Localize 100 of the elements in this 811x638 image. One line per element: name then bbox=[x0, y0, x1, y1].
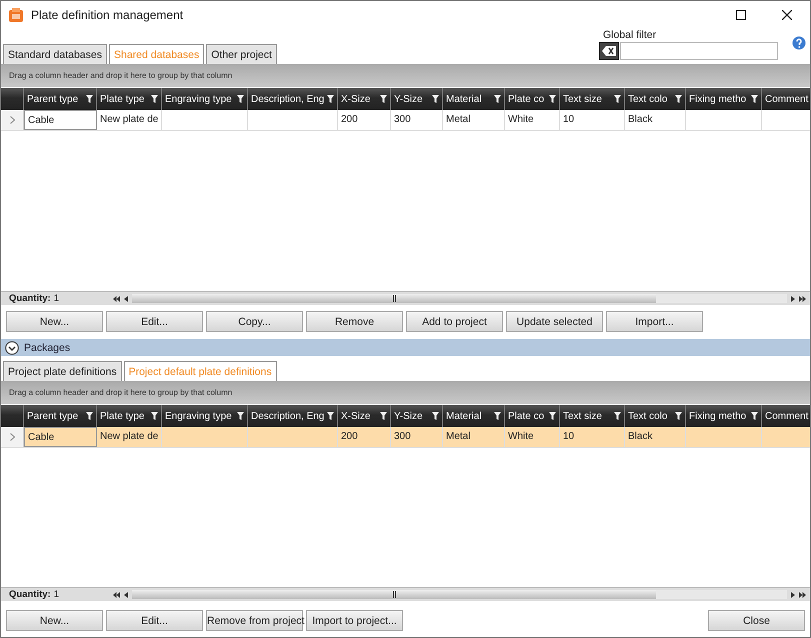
filter-icon bbox=[751, 95, 758, 104]
action-button[interactable]: New... bbox=[6, 610, 103, 631]
column-header[interactable]: Plate type bbox=[100, 94, 144, 105]
action-button[interactable]: Update selected bbox=[506, 311, 603, 332]
scroll-thumb[interactable] bbox=[132, 590, 656, 599]
action-button[interactable]: Import to project... bbox=[306, 610, 403, 631]
column-header[interactable]: Plate type bbox=[100, 410, 144, 422]
maximize-icon bbox=[736, 10, 746, 20]
table-cell: Cable bbox=[24, 110, 97, 130]
scroll-thumb[interactable] bbox=[132, 294, 656, 304]
filter-icon bbox=[432, 412, 439, 420]
scroll-first-icon bbox=[113, 296, 120, 302]
action-button[interactable]: Copy... bbox=[206, 311, 303, 332]
filter-icon bbox=[675, 95, 682, 104]
filter-icon bbox=[327, 95, 334, 104]
clear-filter-button[interactable] bbox=[599, 42, 619, 60]
filter-icon bbox=[380, 412, 387, 420]
action-button[interactable]: Remove from project bbox=[206, 610, 303, 631]
filter-icon bbox=[549, 412, 556, 420]
filter-icon bbox=[151, 412, 158, 420]
filter-label: Global filter bbox=[602, 29, 658, 42]
grip-icon bbox=[392, 591, 396, 598]
action-button[interactable]: Edit... bbox=[106, 311, 203, 332]
table-cell: 300 bbox=[391, 110, 443, 130]
column-header[interactable]: Parent type bbox=[27, 94, 78, 105]
scroll-left-icon bbox=[124, 592, 128, 598]
column-header[interactable]: Material bbox=[446, 410, 482, 422]
filter-icon bbox=[494, 412, 501, 420]
column-header[interactable]: X-Size bbox=[341, 410, 370, 422]
table-cell: 300 bbox=[391, 427, 443, 447]
column-header[interactable]: Fixing metho bbox=[689, 410, 746, 422]
table-cell: 10 bbox=[560, 427, 625, 447]
horizontal-scrollbar[interactable] bbox=[124, 589, 795, 600]
column-header[interactable]: Plate co bbox=[508, 94, 544, 105]
scroll-right-icon bbox=[791, 592, 795, 598]
column-header[interactable]: Parent type bbox=[27, 410, 78, 422]
help-icon bbox=[792, 36, 806, 50]
filter-icon bbox=[86, 95, 93, 104]
table-row[interactable]: Cable New plate de 200 300 Metal White 10 Black bbox=[1, 427, 810, 448]
close-icon bbox=[782, 10, 792, 20]
quantity-value: 1 bbox=[54, 589, 59, 600]
tab[interactable]: Other project bbox=[206, 44, 277, 64]
column-header[interactable]: X-Size bbox=[341, 94, 370, 105]
packages-bar[interactable]: Packages bbox=[1, 339, 810, 356]
table-cell: White bbox=[505, 427, 560, 447]
column-header[interactable]: Comment bbox=[765, 94, 808, 105]
scroll-right-icon bbox=[791, 296, 795, 302]
column-header[interactable]: Text size bbox=[563, 94, 602, 105]
column-header[interactable]: Text colo bbox=[628, 410, 668, 422]
window-title: Plate definition management bbox=[31, 8, 184, 22]
column-header[interactable]: Description, Eng bbox=[251, 410, 324, 422]
tab[interactable]: Standard databases bbox=[3, 44, 107, 64]
close-dialog-button[interactable]: Close bbox=[708, 610, 805, 631]
table-row[interactable]: Cable New plate de 200 300 Metal White 10 Black bbox=[1, 110, 810, 132]
column-header[interactable]: Text colo bbox=[628, 94, 668, 105]
table-cell: Black bbox=[625, 427, 686, 447]
column-header[interactable]: Engraving type bbox=[165, 410, 232, 422]
quantity-label: Quantity: bbox=[9, 293, 51, 304]
chevron-down-circle-icon bbox=[5, 340, 19, 355]
filter-icon bbox=[494, 95, 501, 104]
action-button[interactable]: Import... bbox=[606, 311, 703, 332]
table-cell: 10 bbox=[560, 110, 625, 130]
table-cell: New plate de bbox=[97, 427, 162, 447]
column-header[interactable]: Text size bbox=[563, 410, 602, 422]
column-header[interactable]: Fixing metho bbox=[689, 94, 746, 105]
column-header[interactable]: Engraving type bbox=[165, 94, 232, 105]
chevron-right-icon bbox=[10, 433, 14, 441]
packages-label: Packages bbox=[24, 342, 70, 354]
column-header[interactable]: Y-Size bbox=[394, 94, 423, 105]
action-button[interactable]: Edit... bbox=[106, 610, 203, 631]
action-button[interactable]: Add to project bbox=[406, 311, 503, 332]
quantity-label: Quantity: bbox=[9, 589, 51, 600]
horizontal-scrollbar[interactable] bbox=[124, 293, 795, 304]
column-header[interactable]: Material bbox=[446, 94, 482, 105]
filter-icon bbox=[675, 412, 682, 420]
filter-field[interactable] bbox=[620, 42, 778, 60]
column-header[interactable]: Comment bbox=[765, 410, 808, 422]
filter-icon bbox=[549, 95, 556, 104]
filter-icon bbox=[751, 412, 758, 420]
table-cell: Black bbox=[625, 110, 686, 130]
action-button[interactable]: New... bbox=[6, 311, 103, 332]
tab[interactable]: Project plate definitions bbox=[3, 361, 122, 381]
table-cell: White bbox=[505, 110, 560, 130]
column-header[interactable]: Y-Size bbox=[394, 410, 423, 422]
group-hint: Drag a column header and drop it here to group by that column bbox=[1, 381, 810, 404]
scroll-last-icon bbox=[799, 592, 806, 598]
chevron-right-icon bbox=[10, 116, 14, 124]
filter-icon bbox=[86, 412, 93, 420]
table-cell: 200 bbox=[338, 427, 391, 447]
action-button[interactable]: Remove bbox=[306, 311, 403, 332]
column-header[interactable]: Description, Eng bbox=[251, 94, 324, 105]
filter-icon bbox=[151, 95, 158, 104]
filter-icon bbox=[327, 412, 334, 420]
column-header[interactable]: Plate co bbox=[508, 410, 544, 422]
app-logo-icon bbox=[8, 7, 24, 23]
scroll-left-icon bbox=[124, 296, 128, 302]
clear-icon bbox=[602, 46, 616, 56]
group-hint: Drag a column header and drop it here to group by that column bbox=[1, 64, 810, 88]
filter-icon bbox=[237, 412, 244, 420]
table-cell: Cable bbox=[24, 427, 97, 447]
